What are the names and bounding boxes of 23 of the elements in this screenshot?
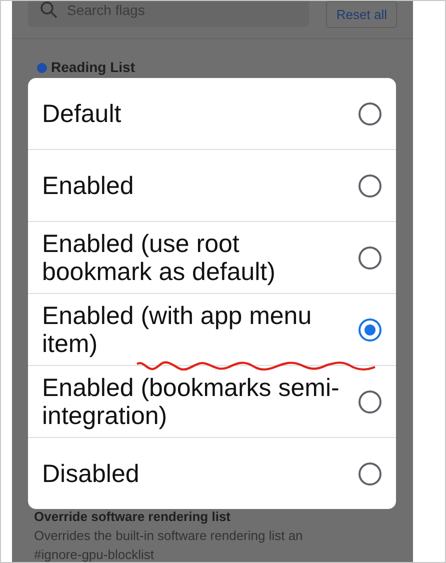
option-row[interactable]: Enabled (with app menu item) (28, 293, 396, 365)
option-row[interactable]: Enabled (use root bookmark as default) (28, 221, 396, 293)
flag-anchor: #ignore-gpu-blocklist (34, 547, 155, 562)
option-label: Disabled (42, 460, 140, 488)
radio-button[interactable] (358, 318, 382, 342)
option-label: Default (42, 100, 122, 128)
flag-title: Reading List (51, 58, 136, 77)
option-label: Enabled (42, 172, 135, 200)
radio-button[interactable] (358, 102, 382, 126)
option-row[interactable]: Enabled (bookmarks semi-integration) (28, 365, 396, 437)
radio-button[interactable] (358, 246, 382, 270)
option-label: Enabled (use root bookmark as default) (42, 230, 276, 286)
option-row[interactable]: Enabled (28, 149, 396, 221)
option-label: Enabled (bookmarks semi-integration) (42, 374, 340, 430)
option-row[interactable]: Default (28, 78, 396, 149)
radio-button[interactable] (358, 390, 382, 414)
flag-description: Overrides the built-in software rendering list an (34, 528, 303, 544)
option-row[interactable]: Disabled (28, 437, 396, 509)
option-label: Enabled (with app menu item) (42, 302, 313, 358)
flag-title: Override software rendering list (34, 509, 231, 525)
radio-button[interactable] (358, 174, 382, 198)
radio-button[interactable] (358, 462, 382, 486)
search-icon (40, 1, 58, 19)
